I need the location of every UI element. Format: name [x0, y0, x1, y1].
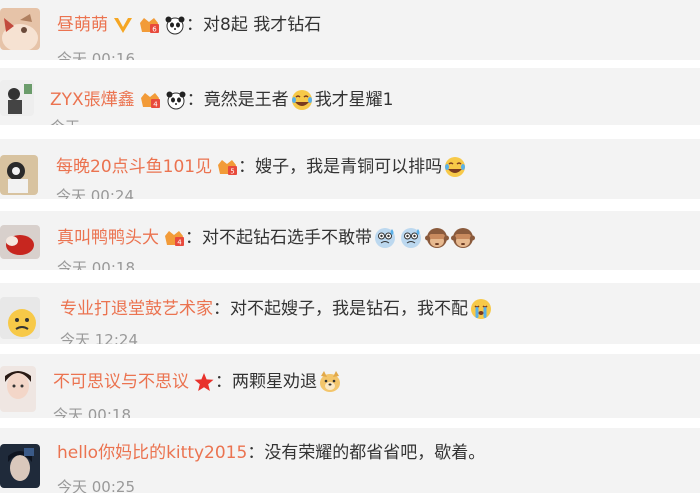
crown-level-icon: 4 — [139, 90, 161, 110]
svg-text:4: 4 — [177, 239, 182, 247]
separator: ： — [215, 372, 232, 392]
timestamp: 今天 00:24 — [56, 187, 134, 199]
see-no-evil-monkey-emoji — [451, 226, 475, 250]
comment-row: ZYX張燁鑫 4 ： 竟然是王者 我才星耀1 今天 — [0, 68, 700, 125]
separator: ： — [186, 15, 203, 35]
separator: ： — [186, 90, 204, 110]
username[interactable]: hello你妈比的kitty2015 — [57, 442, 247, 464]
avatar[interactable] — [0, 366, 36, 412]
see-no-evil-monkey-emoji — [425, 226, 449, 250]
comment-text: 对8起 我才钻石 — [203, 15, 322, 35]
username[interactable]: 真叫鸭鸭头大 — [57, 227, 159, 249]
comment-row: 不可思议与不思议 ： 两颗星劝退 今天 00:18 — [0, 354, 700, 418]
separator: ： — [185, 228, 202, 248]
avatar[interactable] — [0, 80, 34, 116]
comment-text: 竟然是王者 — [203, 90, 289, 110]
timestamp: 今天 — [50, 118, 80, 125]
username[interactable]: 每晚20点斗鱼101见 — [56, 156, 212, 178]
comment-text: 没有荣耀的都省省吧，歇着。 — [264, 443, 486, 463]
panda-icon — [165, 90, 187, 110]
svg-text:5: 5 — [230, 168, 234, 176]
sweat-emoji — [399, 226, 423, 250]
username[interactable]: 昼萌萌 — [57, 14, 108, 36]
comment-text-tail: 我才星耀1 — [314, 90, 394, 110]
avatar[interactable] — [0, 155, 38, 195]
timestamp: 今天 00:18 — [57, 259, 135, 270]
crown-level-icon: 4 — [163, 228, 185, 248]
separator: ： — [238, 157, 256, 177]
crown-level-icon: 6 — [138, 15, 160, 35]
crying-emoji — [469, 297, 493, 321]
laugh-cry-emoji — [290, 88, 314, 112]
timestamp: 今天 00:18 — [53, 406, 131, 418]
doge-emoji — [318, 370, 342, 394]
comment-text: 对不起钻石选手不敢带 — [202, 228, 372, 248]
sweat-emoji — [373, 226, 397, 250]
crown-level-icon: 5 — [216, 157, 238, 177]
username[interactable]: ZYX張燁鑫 — [50, 89, 135, 111]
comment-text: 嫂子，我是青铜可以排吗 — [255, 157, 443, 177]
vip-v-icon — [112, 15, 134, 35]
laugh-cry-emoji — [443, 155, 467, 179]
comment-row: 真叫鸭鸭头大 4 ： 对不起钻石选手不敢带 今天 00:18 — [0, 211, 700, 270]
timestamp: 今天 00:25 — [57, 478, 135, 493]
comment-text: 对不起嫂子，我是钻石，我不配 — [230, 299, 468, 319]
comment-text: 两颗星劝退 — [232, 372, 317, 392]
avatar[interactable] — [0, 297, 40, 339]
avatar[interactable] — [0, 444, 40, 488]
comment-row: hello你妈比的kitty2015 ： 没有荣耀的都省省吧，歇着。 今天 00… — [0, 428, 700, 493]
separator: ： — [247, 443, 265, 463]
comment-row: 昼萌萌 6 ： 对8起 我才钻石 今天 00:16 — [0, 0, 700, 60]
separator: ： — [213, 299, 230, 319]
avatar[interactable] — [0, 8, 40, 50]
red-star-icon — [193, 372, 215, 392]
username[interactable]: 专业打退堂鼓艺术家 — [60, 298, 213, 320]
svg-text:4: 4 — [153, 101, 158, 109]
svg-text:6: 6 — [152, 26, 157, 34]
timestamp: 今天 00:16 — [57, 50, 135, 60]
username[interactable]: 不可思议与不思议 — [53, 371, 189, 393]
comment-row: 每晚20点斗鱼101见 5 ： 嫂子，我是青铜可以排吗 今天 00:24 — [0, 139, 700, 199]
avatar[interactable] — [0, 225, 40, 259]
timestamp: 今天 12:24 — [60, 331, 138, 344]
panda-icon — [164, 15, 186, 35]
comment-feed: 昼萌萌 6 ： 对8起 我才钻石 今天 00:16 ZYX張燁鑫 4 ： 竟然是… — [0, 0, 700, 493]
comment-row: 专业打退堂鼓艺术家 ： 对不起嫂子，我是钻石，我不配 今天 12:24 — [0, 283, 700, 344]
